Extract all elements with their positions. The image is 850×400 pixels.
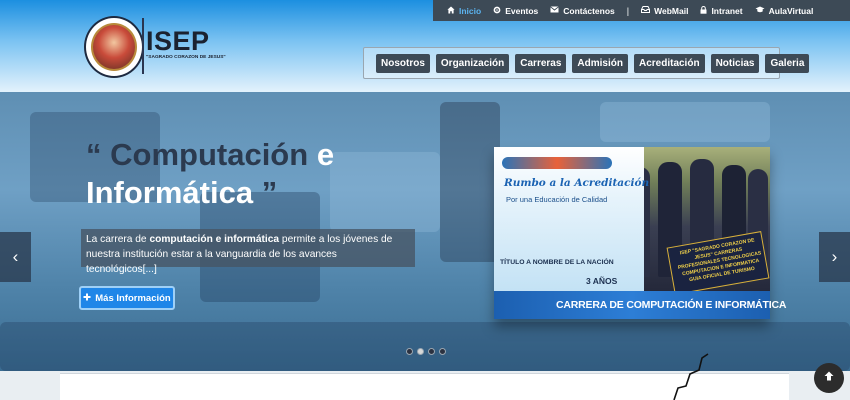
topbar-link-label: Intranet [711, 5, 743, 16]
slider-dot[interactable] [439, 348, 446, 355]
slider-dot-active[interactable] [417, 348, 424, 355]
hero-title-word: e [316, 137, 335, 172]
promo-rumbo-text: Rumbo a la Acreditación [504, 177, 650, 189]
chevron-right-icon: › [831, 247, 838, 266]
hero-title-open-quote: “ [86, 137, 102, 172]
topbar-link-webmail[interactable]: WebMail [641, 6, 688, 16]
nav-item-admision[interactable]: Admisión [572, 53, 628, 73]
topbar-link-intranet[interactable]: Intranet [700, 5, 743, 16]
plus-icon [83, 293, 91, 304]
topbar-link-label: Inicio [459, 5, 482, 16]
topbar-link-aulavirtual[interactable]: AulaVirtual [755, 5, 814, 16]
career-banner-text: ISEP "SAGRADO CORAZON DE JESUS" CARRERAS… [677, 237, 762, 284]
brand-subtitle: "SAGRADO CORAZON DE JESUS" [146, 55, 226, 60]
chevron-left-icon: ‹ [12, 247, 19, 266]
topbar-link-label: Eventos [505, 5, 539, 16]
background-person [440, 102, 500, 262]
brand-name[interactable]: ISEP [146, 26, 210, 57]
topbar-link-eventos[interactable]: Eventos [493, 6, 538, 16]
hero-title-close-quote: ” [261, 175, 278, 210]
hero-title: “ Computación e Informática ” [86, 136, 334, 212]
promo-calidad-text: Por una Educación de Calidad [506, 195, 608, 204]
promo-titulo-text: TÍTULO A NOMBRE DE LA NACIÓN [500, 259, 614, 266]
background-monitor [600, 102, 770, 142]
main-nav: Nosotros Organización Carreras Admisión … [363, 47, 810, 79]
promo-years-text: 3 AÑOS [586, 276, 618, 286]
topbar-link-contactenos[interactable]: Contáctenos [550, 5, 615, 16]
decorative-line [673, 353, 709, 400]
topbar-separator: | [626, 5, 630, 16]
site-header: Inicio Eventos Contáctenos | WebMail Int [0, 0, 850, 92]
slider-prev-button[interactable]: ‹ [0, 232, 31, 282]
hero-desc-bold: computación e informática [149, 234, 280, 245]
hero-description: La carrera de computación e informática … [81, 229, 415, 275]
isep-logo[interactable] [84, 16, 144, 78]
arrow-up-icon [823, 369, 835, 387]
topbar-link-label: WebMail [654, 5, 689, 16]
mas-informacion-label: Más Información [95, 292, 171, 304]
acreditacion-promo-card[interactable]: Rumbo a la Acreditación Por una Educació… [494, 147, 786, 319]
hero-desc-prefix: La carrera de [86, 234, 147, 245]
nav-item-acreditacion[interactable]: Acreditación [633, 53, 705, 73]
acreditacion-logo [502, 157, 612, 169]
scroll-to-top-button[interactable] [814, 363, 844, 393]
mas-informacion-button[interactable]: Más Información [79, 286, 175, 310]
slider-next-button[interactable]: › [819, 232, 850, 282]
topbar-link-label: AulaVirtual [768, 5, 814, 16]
nav-item-nosotros[interactable]: Nosotros [376, 53, 430, 73]
promo-career-text: CARRERA DE COMPUTACIÓN E INFORMÁTICA [556, 299, 787, 311]
inbox-icon [641, 6, 651, 15]
topbar-link-inicio[interactable]: Inicio [447, 6, 481, 16]
hero-title-word: Computación [110, 137, 309, 172]
topbar-link-label: Contáctenos [563, 5, 615, 16]
graduation-cap-icon [755, 6, 765, 15]
lock-icon [700, 5, 707, 16]
nav-item-noticias[interactable]: Noticias [710, 53, 760, 73]
nav-item-galeria[interactable]: Galeria [765, 53, 810, 73]
slider-dot[interactable] [406, 348, 413, 355]
logo-divider [142, 18, 144, 74]
hero-title-word: Informática [86, 175, 254, 210]
sacred-heart-emblem [91, 23, 137, 71]
slider-dot[interactable] [428, 348, 435, 355]
top-bar: Inicio Eventos Contáctenos | WebMail Int [433, 0, 850, 21]
background-desk [0, 322, 850, 371]
nav-item-organizacion[interactable]: Organización [435, 53, 510, 73]
cog-icon [493, 6, 501, 16]
background-monitor [330, 152, 440, 232]
slider-dots [406, 348, 446, 355]
envelope-icon [550, 6, 560, 15]
nav-item-carreras[interactable]: Carreras [515, 53, 567, 73]
hero-slider: “ Computación e Informática ” La carrera… [0, 92, 850, 371]
home-icon [447, 6, 455, 16]
